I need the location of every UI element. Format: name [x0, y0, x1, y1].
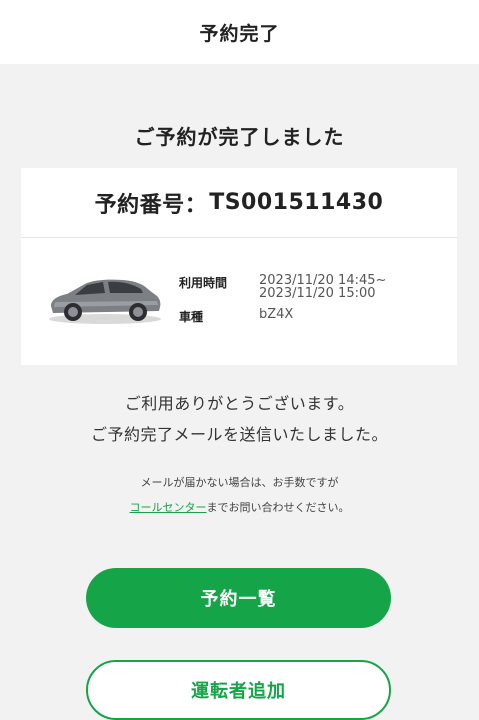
car-type-label: 車種 [179, 310, 204, 324]
mail-note: メールが届かない場合は、お手数ですが コールセンターまでお問い合わせください。 [0, 470, 479, 520]
car-type-row: 車種 bZ4X [179, 308, 386, 325]
header: 予約完了 [0, 0, 479, 64]
note-line-2: コールセンターまでお問い合わせください。 [0, 495, 479, 520]
reservation-list-button[interactable]: 予約一覧 [86, 568, 391, 628]
page-title: 予約完了 [199, 22, 280, 45]
add-driver-button[interactable]: 運転者追加 [86, 660, 391, 720]
reservation-number-label: 予約番号： [94, 192, 208, 218]
app: 予約完了 ご予約が完了しました 予約番号： TS001511430 利用時間 2… [0, 0, 479, 720]
thanks-message: ご利用ありがとうございます。 ご予約完了メールを送信いたしました。 [0, 388, 479, 450]
usage-time-value: 2023/11/20 14:45~ 2023/11/20 15:00 [259, 274, 386, 300]
call-center-link[interactable]: コールセンター [130, 501, 207, 514]
reservation-number-row: 予約番号： TS001511430 [21, 168, 457, 238]
reservation-details: 利用時間 2023/11/20 14:45~ 2023/11/20 15:00 … [21, 238, 457, 364]
note-line-1: メールが届かない場合は、お手数ですが [140, 476, 339, 489]
reservation-number: TS001511430 [209, 190, 384, 215]
complete-heading: ご予約が完了しました [134, 125, 345, 149]
car-type-value: bZ4X [259, 307, 294, 322]
usage-time-end: 2023/11/20 15:00 [259, 286, 376, 301]
reservation-card: 予約番号： TS001511430 利用時間 2023/11/20 14:45~ [21, 168, 457, 365]
note-line-2-rest: までお問い合わせください。 [206, 501, 350, 514]
usage-time-row: 利用時間 2023/11/20 14:45~ 2023/11/20 15:00 [179, 274, 386, 300]
usage-time-label: 利用時間 [179, 276, 228, 290]
thanks-line-1: ご利用ありがとうございます。 [124, 394, 355, 413]
car-image [49, 279, 161, 324]
thanks-line-2: ご予約完了メールを送信いたしました。 [90, 425, 388, 444]
reservation-info: 利用時間 2023/11/20 14:45~ 2023/11/20 15:00 … [179, 274, 386, 325]
